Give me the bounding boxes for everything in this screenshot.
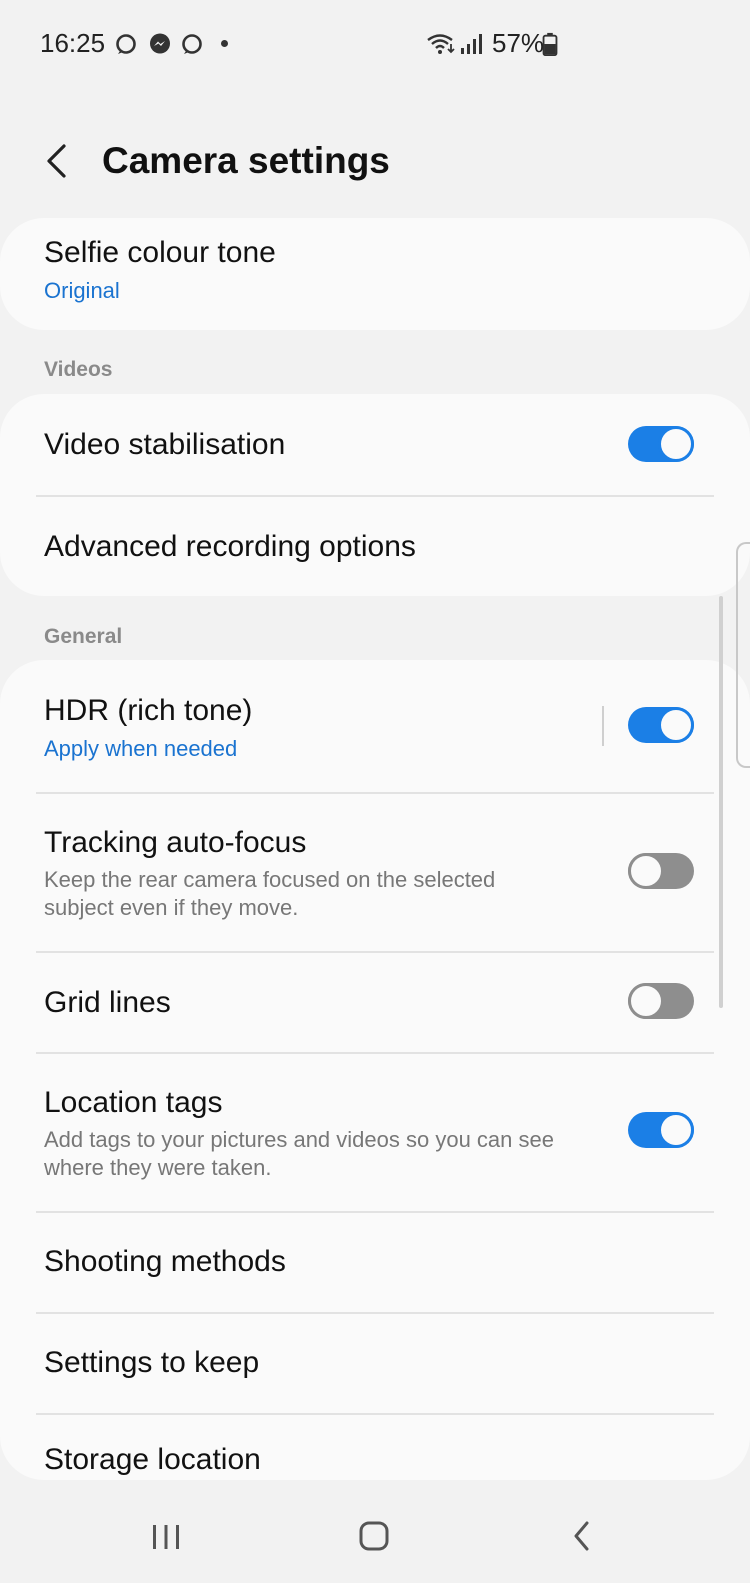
video-stabilisation-item[interactable]: Video stabilisation — [0, 394, 750, 495]
edge-panel-handle[interactable] — [736, 542, 750, 768]
location-tags-toggle[interactable] — [628, 1112, 694, 1148]
page-title: Camera settings — [102, 140, 390, 181]
messenger-icon — [150, 33, 170, 54]
location-tags-description: Add tags to your pictures and videos so … — [44, 1127, 554, 1180]
storage-location-title: Storage location — [44, 1443, 261, 1476]
video-stabilisation-title: Video stabilisation — [44, 428, 286, 461]
signal-icon — [461, 34, 482, 54]
video-stabilisation-toggle[interactable] — [628, 426, 694, 462]
back-arrow-icon[interactable] — [36, 138, 82, 184]
location-tags-title: Location tags — [44, 1086, 223, 1119]
app-header: Camera settings — [0, 130, 750, 196]
ring-notification-icon — [116, 34, 136, 54]
grid-lines-item[interactable]: Grid lines — [0, 953, 750, 1052]
tracking-auto-focus-description: Keep the rear camera focused on the sele… — [44, 867, 496, 920]
home-icon[interactable] — [344, 1506, 404, 1566]
status-time: 16:25 — [40, 28, 106, 58]
settings-to-keep-item[interactable]: Settings to keep — [0, 1314, 750, 1413]
vertical-separator — [602, 706, 604, 746]
shooting-methods-item[interactable]: Shooting methods — [0, 1213, 750, 1312]
navigation-bar — [0, 1490, 750, 1583]
hdr-title: HDR (rich tone) — [44, 694, 253, 727]
tracking-auto-focus-item[interactable]: Tracking auto-focus Keep the rear camera… — [0, 794, 750, 951]
tracking-auto-focus-title: Tracking auto-focus — [44, 826, 307, 859]
recent-apps-icon[interactable] — [136, 1506, 196, 1566]
selfie-colour-tone-item[interactable]: Selfie colour tone Original — [0, 218, 750, 330]
hdr-value: Apply when needed — [44, 736, 238, 761]
general-card: HDR (rich tone) Apply when needed Tracki… — [0, 660, 750, 1480]
shooting-methods-title: Shooting methods — [44, 1245, 286, 1278]
more-notifications-dot-icon — [221, 40, 228, 47]
grid-lines-title: Grid lines — [44, 986, 171, 1019]
storage-location-item[interactable]: Storage location — [0, 1415, 750, 1480]
advanced-recording-options-title: Advanced recording options — [44, 530, 416, 563]
settings-to-keep-title: Settings to keep — [44, 1346, 260, 1379]
ring-notification-icon — [182, 34, 202, 54]
hdr-item[interactable]: HDR (rich tone) Apply when needed — [0, 660, 750, 792]
scrollbar-thumb[interactable] — [719, 596, 723, 1008]
section-label-videos: Videos — [44, 358, 113, 381]
battery-icon — [542, 32, 558, 56]
wifi-icon — [427, 34, 455, 54]
status-bar: 16:25 57% — [0, 0, 750, 90]
hdr-toggle[interactable] — [628, 707, 694, 743]
selfie-colour-tone-value: Original — [44, 278, 120, 303]
advanced-recording-options-item[interactable]: Advanced recording options — [0, 497, 750, 596]
location-tags-item[interactable]: Location tags Add tags to your pictures … — [0, 1054, 750, 1211]
battery-percent: 57% — [492, 28, 545, 58]
grid-lines-toggle[interactable] — [628, 983, 694, 1019]
section-label-general: General — [44, 625, 123, 648]
tracking-auto-focus-toggle[interactable] — [628, 853, 694, 889]
selfie-colour-tone-title: Selfie colour tone — [44, 236, 276, 269]
videos-card: Video stabilisation Advanced recording o… — [0, 394, 750, 596]
back-icon[interactable] — [552, 1506, 612, 1566]
